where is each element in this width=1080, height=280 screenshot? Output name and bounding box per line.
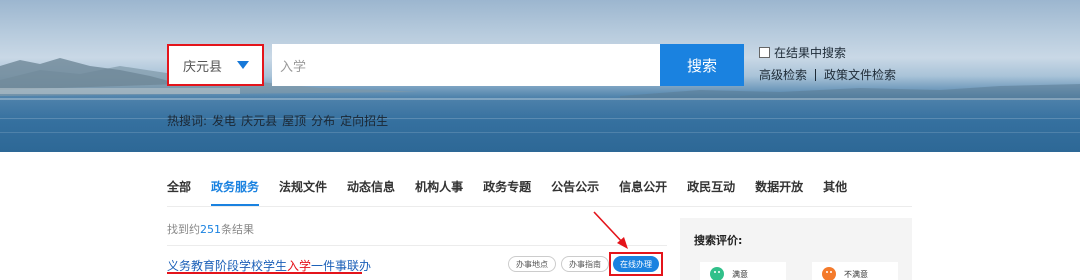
tab-notices[interactable]: 公告公示 [551,178,599,195]
smile-icon [710,267,724,280]
search-button[interactable]: 搜索 [660,44,744,86]
hot-search-words: 热搜词: 发电 庆元县 屋顶 分布 定向招生 [167,112,388,129]
satisfied-label: 满意 [732,269,748,279]
hot-word[interactable]: 庆元县 [241,112,277,129]
tab-all[interactable]: 全部 [167,178,191,195]
tab-topics[interactable]: 政务专题 [483,178,531,195]
result-count-number: 251 [200,223,221,236]
unsatisfied-label: 不满意 [844,269,868,279]
frown-icon [822,267,836,280]
tab-personnel[interactable]: 机构人事 [415,178,463,195]
tab-other[interactable]: 其他 [823,178,847,195]
search-banner: 庆元县 搜索 在结果中搜索 高级检索 政策文件检索 热搜词: 发电 庆元县 屋顶… [0,0,1080,152]
tab-news[interactable]: 动态信息 [347,178,395,195]
tab-interaction[interactable]: 政民互动 [687,178,735,195]
results-divider [167,245,667,246]
result-title-part: 一件事联办 [311,259,372,273]
caret-down-icon [237,61,249,69]
policy-search-link[interactable]: 政策文件检索 [824,66,896,83]
hot-word[interactable]: 定向招生 [340,112,388,129]
hot-search-label: 热搜词: [167,114,208,128]
region-select-value: 庆元县 [183,59,223,75]
tab-disclosure[interactable]: 信息公开 [619,178,667,195]
office-location-button[interactable]: 办事地点 [508,256,556,272]
result-title-keyword: 入学 [287,259,312,273]
category-tabs: 全部 政务服务 法规文件 动态信息 机构人事 政务专题 公告公示 信息公开 政民… [167,178,867,206]
unsatisfied-button[interactable]: 不满意 [812,262,898,280]
result-count-prefix: 找到约 [167,223,200,236]
checkbox-icon[interactable] [759,47,770,58]
hot-word[interactable]: 分布 [311,112,335,129]
tab-open-data[interactable]: 数据开放 [755,178,803,195]
tab-regulations[interactable]: 法规文件 [279,178,327,195]
hot-word[interactable]: 发电 [212,112,236,129]
result-title-part: 义务教育阶段学校学生 [167,259,288,273]
evaluation-title: 搜索评价: [694,234,743,247]
search-in-results-checkbox[interactable]: 在结果中搜索 [759,44,846,61]
tab-gov-services[interactable]: 政务服务 [211,178,260,206]
tabs-divider [167,206,912,207]
link-separator [815,68,817,81]
search-in-results-label: 在结果中搜索 [774,46,847,60]
search-input[interactable] [272,44,660,86]
result-count-suffix: 条结果 [221,223,254,236]
advanced-search-link[interactable]: 高级检索 [759,66,807,83]
red-underline-annotation [167,272,362,274]
advanced-links: 高级检索 政策文件检索 [759,66,896,83]
service-guide-button[interactable]: 办事指南 [561,256,609,272]
online-service-button[interactable]: 在线办理 [613,256,659,272]
result-count: 找到约251条结果 [167,221,254,237]
satisfied-button[interactable]: 满意 [700,262,786,280]
region-select[interactable]: 庆元县 [167,44,264,86]
hot-word[interactable]: 屋顶 [282,112,306,129]
